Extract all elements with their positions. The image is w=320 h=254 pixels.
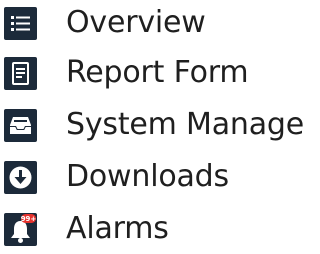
menu-item-alarms[interactable]: 99+ Alarms bbox=[0, 206, 291, 254]
menu-item-downloads[interactable]: Downloads bbox=[0, 154, 291, 202]
bell-icon: 99+ bbox=[4, 213, 37, 246]
menu-item-report-form[interactable]: Report Form bbox=[0, 50, 291, 98]
menu-item-label: Alarms bbox=[66, 211, 169, 246]
menu-item-label: Downloads bbox=[66, 159, 229, 194]
menu-item-system-manage[interactable]: System Manage bbox=[0, 102, 304, 150]
menu-item-label: Overview bbox=[66, 5, 206, 40]
menu-item-label: System Manage bbox=[66, 107, 304, 142]
form-icon bbox=[4, 57, 37, 90]
menu-item-label: Report Form bbox=[66, 55, 249, 90]
list-icon bbox=[4, 7, 37, 40]
download-circle-icon bbox=[4, 161, 37, 194]
inbox-tray-icon bbox=[4, 109, 37, 142]
menu-item-overview[interactable]: Overview bbox=[0, 0, 291, 48]
side-menu: Overview Report Form System Manage Downl… bbox=[0, 0, 304, 246]
alarm-count-text: 99+ bbox=[21, 215, 37, 223]
